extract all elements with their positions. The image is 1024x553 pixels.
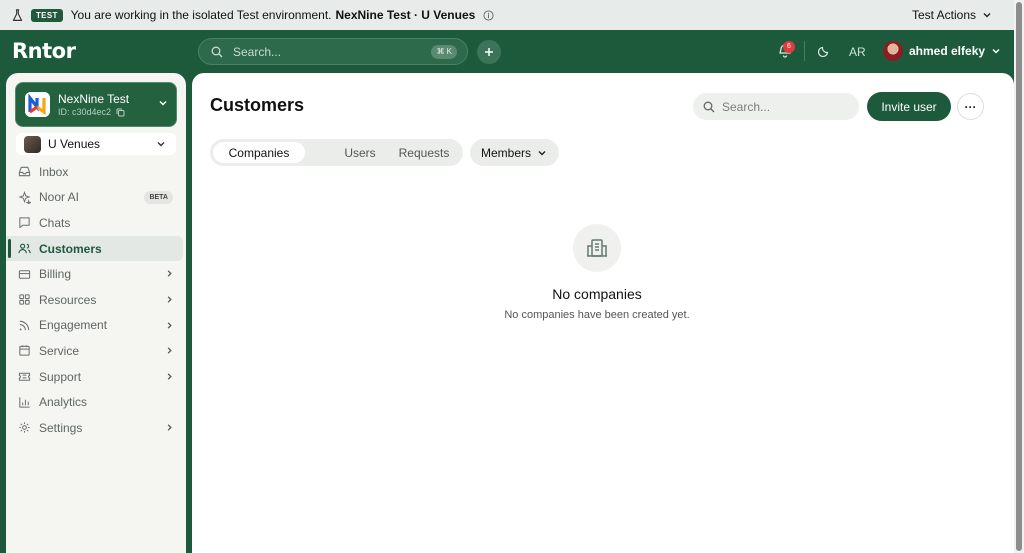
members-filter-label: Members bbox=[481, 145, 532, 160]
test-badge: TEST bbox=[31, 8, 63, 22]
sidebar-item-analytics[interactable]: Analytics bbox=[6, 389, 186, 415]
search-shortcut-hint: ⌘ K bbox=[431, 45, 457, 59]
invite-user-button[interactable]: Invite user bbox=[867, 92, 951, 121]
bar-chart-icon bbox=[19, 397, 30, 408]
empty-state-title: No companies bbox=[552, 286, 642, 302]
credit-card-icon bbox=[18, 269, 31, 279]
test-actions-label: Test Actions bbox=[911, 8, 976, 22]
banner-message: You are working in the isolated Test env… bbox=[70, 8, 332, 22]
sidebar-item-noor-ai[interactable]: Noor AI BETA bbox=[6, 185, 186, 211]
info-icon[interactable] bbox=[483, 9, 494, 21]
chevron-right-icon bbox=[167, 321, 172, 329]
beta-badge: BETA bbox=[144, 190, 173, 204]
sidebar-item-inbox[interactable]: Inbox bbox=[6, 159, 186, 185]
sidebar-item-billing[interactable]: Billing bbox=[6, 261, 186, 287]
organization-logo bbox=[25, 92, 50, 117]
sidebar-item-label: Engagement bbox=[39, 318, 108, 333]
organization-name: NexNine Test bbox=[58, 92, 130, 106]
sidebar-item-label: Inbox bbox=[39, 164, 69, 179]
chevron-right-icon bbox=[167, 373, 172, 380]
venue-icon bbox=[24, 135, 41, 153]
sidebar-item-label: Noor AI bbox=[39, 190, 80, 205]
calendar-icon bbox=[19, 345, 30, 357]
venue-name: U Venues bbox=[48, 137, 101, 151]
gear-icon bbox=[19, 422, 30, 433]
users-icon bbox=[18, 243, 31, 254]
plus-icon bbox=[485, 48, 493, 56]
global-search-placeholder: Search... bbox=[233, 44, 282, 59]
copy-icon[interactable] bbox=[116, 108, 125, 117]
page-title: Customers bbox=[210, 95, 305, 115]
user-name: ahmed elfeky bbox=[909, 44, 986, 58]
sidebar-item-engagement[interactable]: Engagement bbox=[6, 313, 186, 339]
empty-state-subtitle: No companies have been created yet. bbox=[504, 309, 690, 321]
chevron-down-icon bbox=[157, 142, 165, 147]
search-icon bbox=[703, 101, 715, 112]
test-actions-dropdown[interactable]: Test Actions bbox=[912, 0, 992, 30]
sidebar-item-label: Service bbox=[39, 343, 80, 358]
top-header: Rntor Search... ⌘ K 6 AR ahmed elfeky bbox=[0, 30, 1014, 73]
more-options-button[interactable]: ··· bbox=[957, 93, 984, 120]
language-toggle[interactable]: AR bbox=[849, 45, 866, 59]
sidebar-item-service[interactable]: Service bbox=[6, 338, 186, 364]
flask-icon bbox=[12, 8, 23, 21]
organization-switcher[interactable]: NexNine Test ID: c30d4ec2 bbox=[15, 82, 177, 127]
chevron-down-icon bbox=[983, 13, 991, 18]
sidebar: NexNine Test ID: c30d4ec2 U Venues Inbox… bbox=[6, 73, 186, 553]
chevron-right-icon bbox=[167, 296, 172, 303]
ticket-icon bbox=[18, 372, 31, 381]
customer-tabs: Companies Users Requests bbox=[210, 139, 463, 166]
quick-add-button[interactable] bbox=[477, 40, 501, 64]
org-logo-icon bbox=[25, 92, 50, 117]
scrollbar-thumb[interactable] bbox=[1016, 2, 1022, 551]
sidebar-item-label: Analytics bbox=[39, 395, 88, 410]
banner-environment-name: NexNine Test · U Venues bbox=[335, 8, 476, 22]
sidebar-item-chats[interactable]: Chats bbox=[6, 210, 186, 236]
avatar bbox=[883, 41, 903, 61]
app-logo[interactable]: Rntor bbox=[12, 39, 76, 63]
chevron-down-icon bbox=[538, 150, 546, 155]
grid-icon bbox=[19, 294, 30, 305]
chevron-right-icon bbox=[167, 270, 172, 278]
sparkle-icon bbox=[18, 190, 31, 204]
customers-search-input[interactable]: Search... bbox=[693, 93, 859, 120]
sidebar-item-settings[interactable]: Settings bbox=[6, 415, 186, 441]
building-icon bbox=[587, 239, 607, 257]
sidebar-item-resources[interactable]: Resources bbox=[6, 287, 186, 313]
sidebar-item-label: Customers bbox=[39, 241, 102, 256]
tab-requests[interactable]: Requests bbox=[385, 142, 463, 163]
search-icon bbox=[211, 46, 223, 57]
sidebar-item-label: Support bbox=[39, 369, 82, 384]
organization-id: ID: c30d4ec2 bbox=[58, 107, 125, 117]
header-divider bbox=[804, 41, 805, 61]
tab-companies[interactable]: Companies bbox=[213, 142, 305, 163]
sidebar-item-label: Chats bbox=[39, 215, 71, 230]
rss-icon bbox=[19, 320, 30, 331]
global-search-input[interactable]: Search... ⌘ K bbox=[198, 38, 468, 65]
user-menu[interactable]: ahmed elfeky bbox=[883, 41, 1001, 61]
chevron-right-icon bbox=[167, 347, 172, 354]
sidebar-item-customers[interactable]: Customers bbox=[6, 235, 183, 262]
empty-state-building-icon bbox=[573, 224, 621, 272]
sidebar-item-label: Billing bbox=[39, 267, 72, 282]
members-filter-dropdown[interactable]: Members bbox=[470, 139, 559, 166]
inbox-icon bbox=[18, 167, 31, 177]
chevron-down-icon bbox=[992, 49, 1000, 54]
sidebar-item-label: Resources bbox=[39, 292, 97, 307]
moon-icon[interactable] bbox=[818, 45, 830, 57]
organization-id-text: ID: c30d4ec2 bbox=[58, 107, 112, 117]
main-content: Customers Search... Invite user ··· Comp… bbox=[192, 73, 1014, 553]
sidebar-item-support[interactable]: Support bbox=[6, 364, 186, 390]
page-scrollbar[interactable] bbox=[1014, 0, 1024, 553]
notification-count-badge: 6 bbox=[783, 41, 795, 53]
chevron-down-icon bbox=[159, 101, 167, 106]
chat-icon bbox=[19, 217, 30, 229]
venue-selector[interactable]: U Venues bbox=[16, 133, 176, 155]
test-environment-banner: TEST You are working in the isolated Tes… bbox=[0, 0, 1014, 30]
sidebar-nav: Inbox Noor AI BETA Chats Customers Billi… bbox=[6, 159, 186, 441]
customers-search-placeholder: Search... bbox=[722, 99, 771, 114]
sidebar-item-label: Settings bbox=[39, 420, 83, 435]
chevron-right-icon bbox=[167, 424, 172, 431]
